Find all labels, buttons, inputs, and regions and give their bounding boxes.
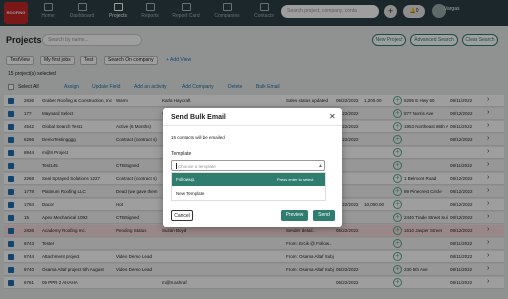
enter-hint: Press enter to select xyxy=(277,177,314,182)
template-select[interactable]: Choose a template ▲ xyxy=(171,160,325,171)
template-label: Template xyxy=(171,151,192,157)
template-dropdown: Followup. Press enter to select New Temp… xyxy=(171,172,326,201)
cancel-button[interactable]: Cancel xyxy=(171,210,193,221)
preview-button[interactable]: Preview xyxy=(281,210,308,221)
template-placeholder: Choose a template xyxy=(178,164,216,169)
modal-title: Send Bulk Email xyxy=(171,114,226,121)
template-option-followup[interactable]: Followup. Press enter to select xyxy=(172,173,325,186)
send-bulk-email-modal: Send Bulk Email ✕ 15 contacts will be em… xyxy=(163,108,342,227)
option-label: Followup. xyxy=(176,177,196,182)
contacts-count: 15 contacts will be emailed xyxy=(171,135,225,140)
text-cursor xyxy=(176,163,177,169)
send-button[interactable]: Send xyxy=(313,210,335,221)
chevron-up-icon[interactable]: ▲ xyxy=(318,163,323,169)
close-icon[interactable]: ✕ xyxy=(329,112,336,121)
template-option-new[interactable]: New Template xyxy=(176,191,204,196)
modal-divider xyxy=(163,125,342,126)
